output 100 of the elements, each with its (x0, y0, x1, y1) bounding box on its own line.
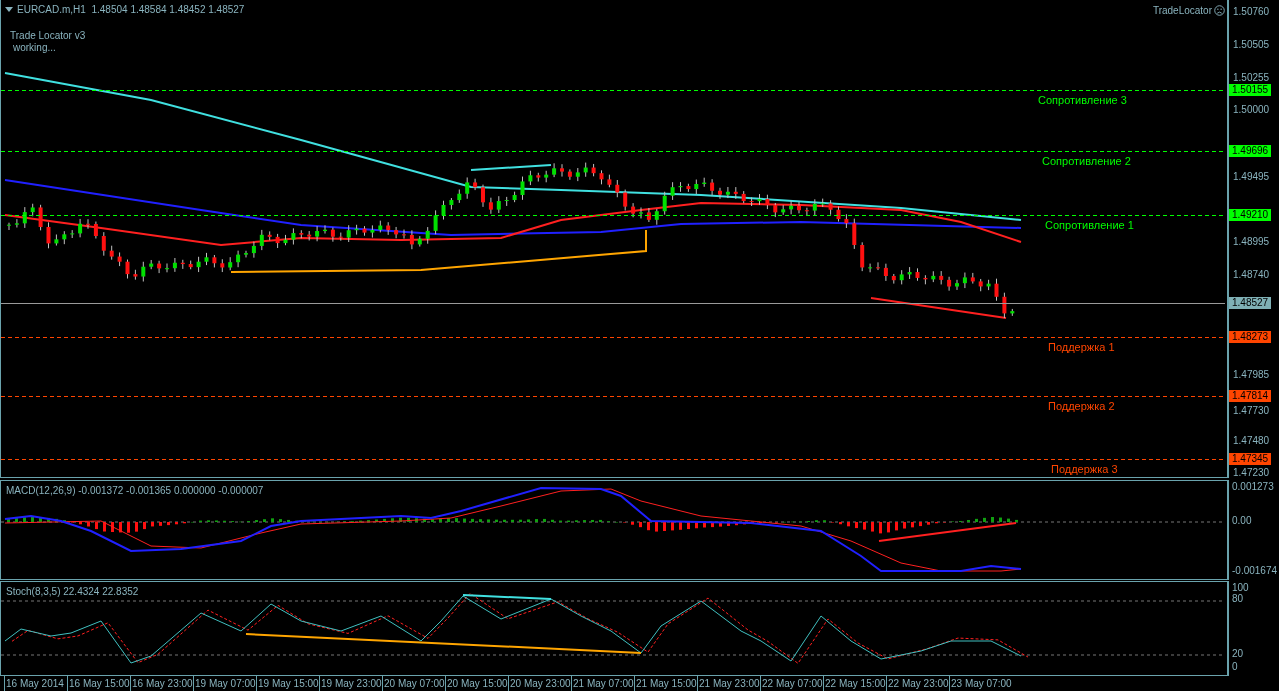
level-label: Поддержка 3 (1051, 462, 1118, 477)
histogram-bar (847, 522, 850, 527)
histogram-bar (911, 522, 914, 528)
histogram-bar (127, 522, 130, 533)
histogram-bar (159, 522, 162, 526)
histogram-bar (15, 518, 18, 522)
time-tick: 21 May 07:00 (571, 676, 634, 691)
histogram-bar (679, 522, 682, 530)
price-tick: 1.48995 (1233, 237, 1270, 247)
stochastic-tick: 100 (1232, 583, 1249, 593)
histogram-bar (983, 517, 986, 522)
histogram-bar (95, 522, 98, 530)
histogram-bar (551, 519, 554, 522)
time-tick: 19 May 07:00 (193, 676, 256, 691)
price-tick: 1.48740 (1233, 270, 1270, 280)
histogram-bar (639, 522, 642, 528)
time-tick: 19 May 15:00 (256, 676, 319, 691)
histogram-bar (103, 522, 106, 532)
indicator-title: Trade Locator v3 (10, 29, 86, 43)
histogram-bar (287, 519, 290, 522)
histogram-bar (463, 518, 466, 522)
histogram-bar (151, 522, 154, 527)
histogram-bar (663, 522, 666, 531)
histogram-bar (599, 519, 602, 522)
time-tick: 22 May 23:00 (886, 676, 949, 691)
time-tick: 16 May 15:00 (67, 676, 130, 691)
histogram-bar (479, 519, 482, 522)
histogram-bar (719, 522, 722, 527)
macd-tick: 0.001273 (1232, 482, 1274, 492)
time-tick: 16 May 2014 (4, 676, 67, 691)
histogram-bar (703, 522, 706, 528)
histogram-bar (487, 519, 490, 522)
indicator-name: TradeLocator (1152, 4, 1212, 18)
histogram-bar (991, 517, 994, 522)
histogram-bar (511, 519, 514, 522)
histogram-bar (279, 519, 282, 522)
level-price-tag: 1.50155 (1229, 84, 1272, 96)
histogram-bar (711, 522, 714, 528)
histogram-bar (431, 519, 434, 522)
histogram-bar (735, 522, 738, 526)
histogram-bar (535, 519, 538, 522)
time-tick: 21 May 23:00 (697, 676, 760, 691)
level-price-tag: 1.47814 (1229, 390, 1272, 402)
histogram-bar (39, 517, 42, 522)
level-price-tag: 1.47345 (1229, 453, 1272, 465)
histogram-bar (263, 519, 266, 522)
time-tick: 23 May 07:00 (949, 676, 1012, 691)
histogram-bar (471, 518, 474, 522)
level-label: Сопротивление 3 (1038, 93, 1127, 108)
level-price-tag: 1.49210 (1229, 209, 1272, 221)
histogram-bar (175, 522, 178, 525)
histogram-bar (927, 522, 930, 525)
price-tick: 1.50000 (1233, 105, 1270, 115)
price-tick: 1.47985 (1233, 370, 1270, 380)
level-price-tag: 1.49696 (1229, 145, 1272, 157)
histogram-bar (895, 522, 898, 531)
histogram-bar (647, 522, 650, 531)
histogram-bar (119, 522, 122, 533)
chart-title: EURCAD.m,H1 1.48504 1.48584 1.48452 1.48527 (17, 3, 245, 17)
stochastic-tick: 20 (1232, 649, 1244, 659)
stochastic-tick: 80 (1232, 594, 1244, 604)
histogram-bar (407, 517, 410, 522)
price-tick: 1.50255 (1233, 73, 1270, 83)
histogram-bar (47, 517, 50, 522)
time-tick: 16 May 23:00 (130, 676, 193, 691)
histogram-bar (543, 518, 546, 522)
histogram-bar (503, 519, 506, 522)
level-label: Сопротивление 1 (1045, 218, 1134, 233)
dropdown-triangle-icon[interactable] (5, 7, 13, 12)
time-tick: 20 May 15:00 (445, 676, 508, 691)
macd-label: MACD(12,26,9) -0.001372 -0.001365 0.000000 -0.000007 (6, 484, 264, 498)
current-price-tag: 1.48527 (1229, 297, 1272, 309)
histogram-bar (143, 522, 146, 530)
histogram-bar (495, 519, 498, 522)
histogram-bar (727, 522, 730, 526)
level-label: Сопротивление 2 (1042, 154, 1131, 169)
histogram-bar (31, 516, 34, 522)
histogram-bar (1015, 519, 1018, 522)
histogram-bar (903, 522, 906, 529)
histogram-bar (167, 522, 170, 526)
histogram-bar (839, 522, 842, 525)
sad-face-icon (1214, 5, 1225, 16)
histogram-bar (447, 518, 450, 522)
histogram-bar (1007, 518, 1010, 522)
time-tick: 20 May 23:00 (508, 676, 571, 691)
stochastic-label: Stoch(8,3,5) 22.4324 22.8352 (6, 585, 139, 599)
histogram-bar (975, 518, 978, 522)
histogram-bar (919, 522, 922, 527)
histogram-bar (375, 519, 378, 522)
level-price-tag: 1.48273 (1229, 331, 1272, 343)
stochastic-tick: 0 (1232, 662, 1238, 672)
histogram-bar (79, 522, 82, 525)
histogram-bar (391, 518, 394, 522)
price-tick: 1.47230 (1233, 468, 1270, 478)
histogram-bar (887, 522, 890, 533)
time-tick: 22 May 07:00 (760, 676, 823, 691)
histogram-bar (519, 519, 522, 522)
histogram-bar (999, 517, 1002, 522)
histogram-bar (23, 517, 26, 522)
price-tick: 1.50760 (1233, 7, 1270, 17)
